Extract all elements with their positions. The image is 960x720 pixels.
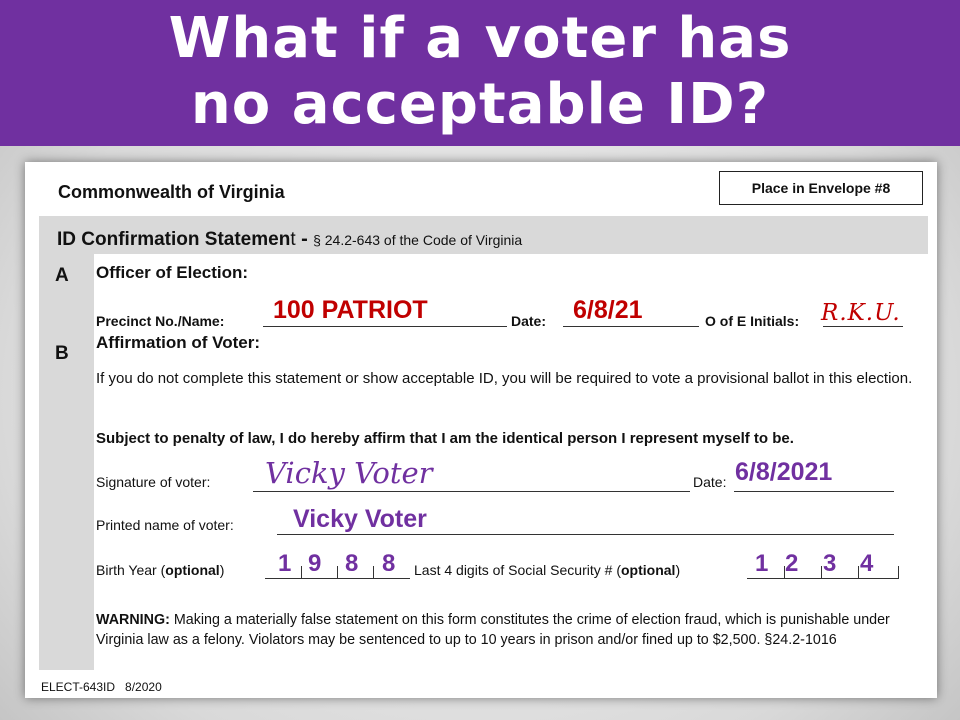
section-b-letter: B [55,343,69,364]
ssn-label-text: Last 4 digits of Social Security # ( [414,562,621,578]
printed-name-value[interactable]: Vicky Voter [293,505,427,534]
digit-divider [301,566,302,578]
precinct-label: Precinct No./Name: [96,313,225,329]
birth-year-digit: 9 [308,550,322,577]
ssn-label: Last 4 digits of Social Security # (opti… [414,562,680,578]
statement-title-text: ID Confirmation Statemen [57,229,291,250]
digit-divider [337,566,338,578]
section-a-letter: A [55,265,69,286]
envelope-label-box: Place in Envelope #8 [719,171,923,205]
officer-date-label: Date: [511,313,547,329]
organization-name: Commonwealth of Virginia [58,182,285,202]
birth-year-digit: 8 [345,550,359,577]
voter-date-label: Date: [693,474,727,490]
birth-year-line [265,578,410,579]
birth-year-digit: 8 [382,550,396,577]
affirmation-statement: Subject to penalty of law, I do hereby a… [96,430,794,447]
birth-year-label: Birth Year (optional) [96,562,224,578]
slide-title: What if a voter has no acceptable ID? [168,6,792,137]
printed-name-line [277,534,894,535]
initials-value[interactable]: R.K.U. [821,300,901,326]
fraud-warning: WARNING: Making a materially false state… [96,610,926,650]
birth-year-digit: 1 [278,550,292,577]
birth-year-close: ) [219,562,225,578]
voter-date-value[interactable]: 6/8/2021 [735,458,832,487]
ssn-digit: 4 [860,550,874,577]
digit-divider [858,566,859,578]
provisional-notice: If you do not complete this statement or… [96,370,913,387]
digit-divider [373,566,374,578]
title-banner: What if a voter has no acceptable ID? [0,0,960,146]
initials-label: O of E Initials: [705,313,800,329]
id-confirmation-form: Commonwealth of Virginia Place in Envelo… [25,162,937,698]
initials-line [823,326,903,327]
birth-year-optional: optional [165,562,220,578]
digit-divider [821,566,822,578]
section-letter-column [39,254,94,670]
voter-heading: Affirmation of Voter: [96,333,261,352]
precinct-value[interactable]: 100 PATRIOT [273,296,428,325]
signature-line [253,491,690,492]
officer-date-value[interactable]: 6/8/21 [573,296,643,325]
statement-code: § 24.2-643 of the Code of Virginia [313,232,523,248]
printed-name-label: Printed name of voter: [96,517,234,533]
voter-signature[interactable]: Vicky Voter [265,456,433,490]
officer-date-line [563,326,699,327]
signature-label: Signature of voter: [96,474,211,490]
officer-heading: Officer of Election: [96,263,249,282]
birth-year-label-text: Birth Year ( [96,562,166,578]
envelope-label: Place in Envelope #8 [751,180,891,196]
statement-title: ID Confirmation Statement - § 24.2-643 o… [57,228,522,251]
ssn-digit: 1 [755,550,769,577]
voter-date-line [734,491,894,492]
form-footer: ELECT-643ID 8/2020 [41,680,162,694]
ssn-line [747,578,899,579]
precinct-line [263,326,507,327]
ssn-optional: optional [621,562,676,578]
digit-divider [898,566,899,578]
warning-text: Making a materially false statement on t… [96,612,890,648]
warning-label: WARNING: [96,612,170,628]
ssn-digit: 2 [785,550,799,577]
statement-dash: - [295,228,308,250]
ssn-digit: 3 [823,550,837,577]
ssn-close: ) [675,562,681,578]
